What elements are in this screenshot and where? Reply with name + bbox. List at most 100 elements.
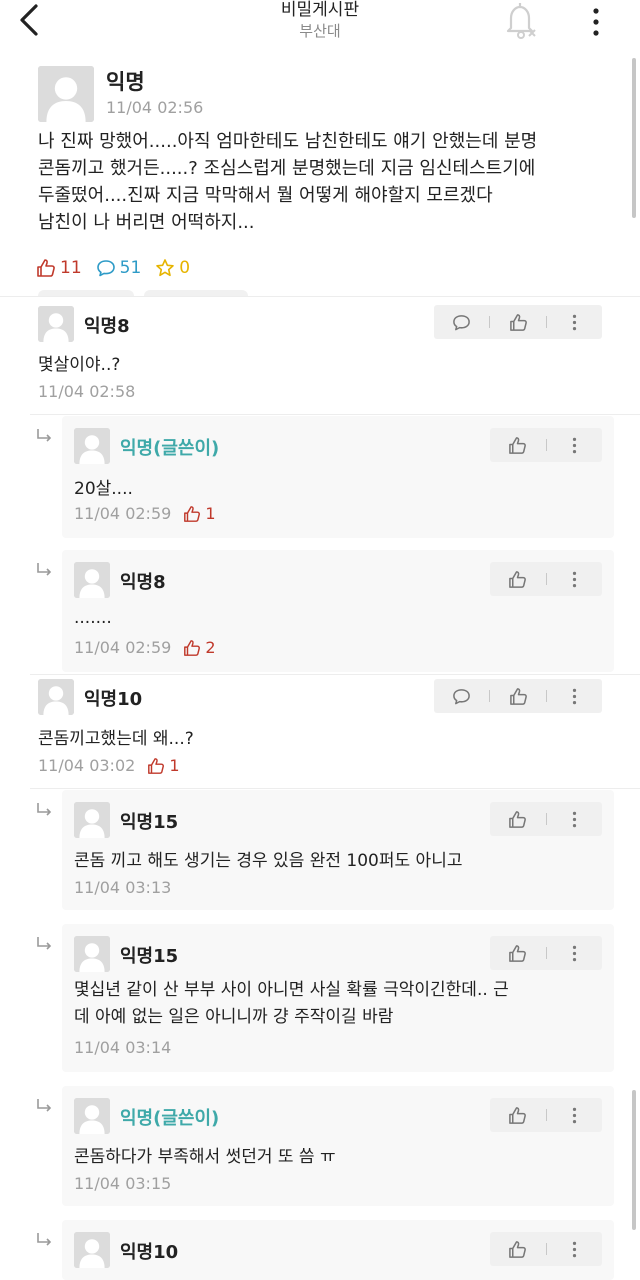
thumbs-up-icon — [508, 570, 527, 589]
reply-button[interactable] — [434, 305, 489, 339]
like-button[interactable] — [490, 428, 546, 462]
comment-meta: 11/04 02:58 — [38, 382, 135, 401]
comment-body: 콘돔하다가 부족해서 썻던거 또 씀 ㅠ — [74, 1147, 336, 1167]
comment-avatar — [74, 562, 110, 598]
comment-count: 51 — [119, 258, 142, 278]
comment-actions — [490, 936, 602, 970]
bell-off-icon — [506, 3, 536, 39]
like-button[interactable] — [490, 1232, 546, 1266]
thumbs-up-icon — [508, 436, 527, 455]
reply-arrow-icon — [36, 1232, 54, 1250]
comment-avatar — [74, 428, 110, 464]
comment-body: 20살.... — [74, 479, 133, 499]
comment-more-button[interactable] — [547, 305, 602, 339]
scrollbar-thumb-top[interactable] — [632, 58, 636, 218]
comment-author: 익명(글쓴이) — [120, 1108, 220, 1129]
comment-vote-count: 2 — [183, 638, 216, 657]
comment-timestamp: 11/04 03:14 — [74, 1038, 172, 1057]
comment-meta: 11/04 02:59 2 — [74, 638, 216, 657]
comment-more-button[interactable] — [546, 936, 602, 970]
avatar-icon — [38, 66, 94, 122]
comment-author: 익명8 — [120, 572, 166, 593]
reply-arrow-icon — [36, 1098, 54, 1116]
comment-more-button[interactable] — [546, 1098, 602, 1132]
comment-actions — [434, 679, 602, 713]
like-button[interactable] — [490, 802, 546, 836]
comment-meta: 11/04 03:13 — [74, 878, 171, 897]
comment-actions — [434, 305, 602, 339]
more-vertical-icon — [565, 810, 584, 829]
comment-avatar — [74, 802, 110, 838]
comment-avatar — [38, 306, 74, 342]
board-title: 비밀게시판 — [280, 0, 360, 20]
comment-vote-count: 1 — [147, 756, 180, 775]
avatar-icon — [38, 306, 74, 342]
post-divider — [0, 296, 640, 297]
more-vertical-icon — [565, 313, 584, 332]
avatar-icon — [38, 679, 74, 715]
comment-timestamp: 11/04 02:58 — [38, 382, 136, 401]
like-button[interactable] — [490, 305, 545, 339]
reply-arrow-icon — [36, 428, 54, 446]
star-icon — [155, 258, 175, 278]
comment-vote-count: 1 — [183, 504, 216, 523]
thumbs-up-icon — [509, 313, 528, 332]
post-stats: 11 51 0 — [36, 256, 204, 280]
comment-more-button[interactable] — [546, 428, 602, 462]
comment-timestamp: 11/04 03:02 — [38, 756, 136, 775]
thumbs-up-icon — [183, 639, 201, 657]
comment-actions — [490, 1098, 602, 1132]
comment-divider — [30, 674, 640, 675]
reply-card: 익명(글쓴이) 20살.... 11/04 02:59 1 — [62, 416, 614, 538]
reply-card: 익명15 콘돔 끼고 해도 생기는 경우 있음 완전 100퍼도 아니고 11/… — [62, 790, 614, 910]
avatar-icon — [74, 802, 110, 838]
like-button[interactable] — [490, 562, 546, 596]
like-count: 11 — [60, 258, 82, 278]
comment-more-button[interactable] — [546, 562, 602, 596]
comment-bubble-icon — [96, 258, 116, 278]
comment-timestamp: 11/04 02:59 — [74, 638, 172, 657]
comment-author: 익명15 — [120, 812, 179, 833]
comment-avatar — [74, 936, 110, 972]
comment-meta: 11/04 02:59 1 — [74, 504, 216, 523]
school-name: 부산대 — [299, 22, 341, 40]
avatar-icon — [74, 1098, 110, 1134]
thumbs-up-icon — [508, 1106, 527, 1125]
post-author: 익명 — [106, 70, 145, 94]
vote-number: 2 — [205, 638, 216, 657]
like-button[interactable] — [490, 936, 546, 970]
post-comment-count: 51 — [96, 258, 142, 278]
post-avatar — [38, 66, 94, 122]
more-options-button[interactable] — [582, 4, 610, 38]
comment-more-button[interactable] — [546, 1232, 602, 1266]
thumbs-up-icon — [508, 944, 527, 963]
reply-arrow-icon — [36, 802, 54, 820]
scrollbar-thumb[interactable] — [632, 1090, 636, 1230]
comment-meta: 11/04 03:02 1 — [38, 756, 180, 775]
avatar-icon — [74, 936, 110, 972]
like-button[interactable] — [490, 679, 545, 713]
reply-button[interactable] — [434, 679, 489, 713]
reply-arrow-icon — [36, 562, 54, 580]
comment-body: ....... — [74, 608, 112, 628]
like-button[interactable] — [490, 1098, 546, 1132]
scrap-count: 0 — [179, 258, 191, 278]
more-vertical-icon — [565, 570, 584, 589]
comment-more-button[interactable] — [547, 679, 602, 713]
thumbs-up-icon — [509, 687, 528, 706]
thumbs-up-icon — [183, 505, 201, 523]
comment-divider — [30, 414, 640, 415]
comment-body: 몇십년 같이 산 부부 사이 아니면 사실 확률 극악이긴한데.. 근 데 아예… — [74, 980, 509, 1027]
comment-author: 익명15 — [120, 946, 179, 967]
comment-meta: 11/04 03:14 — [74, 1038, 171, 1057]
reply-card: 익명(글쓴이) 콘돔하다가 부족해서 썻던거 또 씀 ㅠ 11/04 03:15 — [62, 1086, 614, 1206]
avatar-icon — [74, 562, 110, 598]
comment-actions — [490, 1232, 602, 1266]
more-vertical-icon — [565, 687, 584, 706]
comment-more-button[interactable] — [546, 802, 602, 836]
reply-arrow-icon — [36, 936, 54, 954]
comment-divider — [30, 788, 640, 789]
comment-meta: 11/04 03:15 — [74, 1174, 171, 1193]
notification-off-button[interactable] — [502, 2, 542, 40]
post-timestamp: 11/04 02:56 — [106, 98, 204, 117]
